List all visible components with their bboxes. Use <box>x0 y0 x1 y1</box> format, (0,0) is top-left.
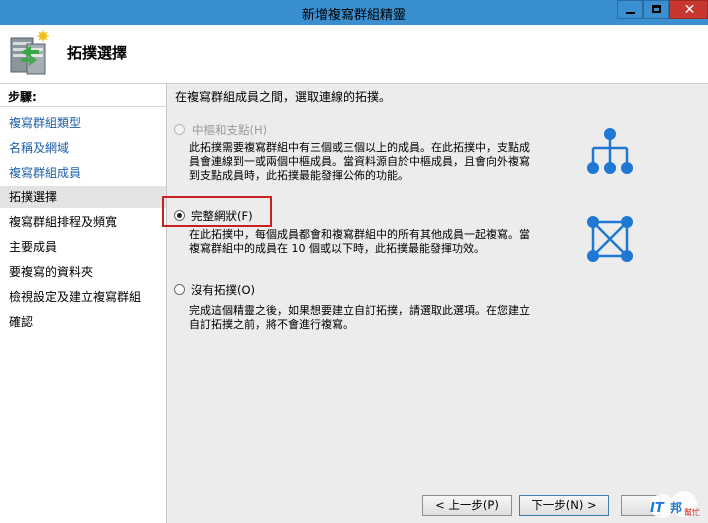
step-review-settings: 檢視設定及建立複寫群組 <box>9 290 142 304</box>
back-button[interactable]: < 上一步(P) <box>422 495 512 516</box>
steps-heading: 步驟: <box>8 90 37 104</box>
step-primary-member: 主要成員 <box>9 240 58 254</box>
wizard-server-icon <box>10 30 49 75</box>
selection-highlight-box <box>162 196 272 227</box>
svg-text:幫忙: 幫忙 <box>684 507 700 517</box>
main-content: 在複寫群組成員之間，選取連線的拓撲。 中樞和支點(H) 此拓撲需要複寫群組中有三… <box>167 84 708 523</box>
watermark-logo: IT 邦 幫忙 <box>650 491 700 518</box>
hub-spoke-description: 此拓撲需要複寫群組中有三個或三個以上的成員。在此拓撲中，支點成 員會連線到一或兩… <box>189 141 569 183</box>
step-name-and-domain[interactable]: 名稱及網域 <box>0 137 166 159</box>
title-bar: 新增複寫群組精靈 ✕ <box>0 0 708 25</box>
next-button[interactable]: 下一步(N) > <box>519 495 609 516</box>
no-topology-label: 沒有拓撲(O) <box>191 283 256 297</box>
close-icon: ✕ <box>683 2 696 18</box>
hub-spoke-label: 中樞和支點(H) <box>192 123 268 137</box>
step-confirmation: 確認 <box>9 315 34 329</box>
no-topology-description: 完成這個精靈之後，如果想要建立自訂拓撲，請選取此選項。在您建立 自訂拓撲之前，將… <box>189 304 569 332</box>
window-title: 新增複寫群組精靈 <box>301 8 406 23</box>
hub-spoke-radio[interactable] <box>174 124 185 135</box>
desc-line: 到支點成員時，此拓撲最能發揮公佈的功能。 <box>189 169 409 182</box>
step-group-members[interactable]: 複寫群組成員 <box>0 162 166 184</box>
wizard-window: 新增複寫群組精靈 ✕ 拓撲選擇 步驟: 複寫群組類型 名稱及網域 複寫群組成員 … <box>0 0 708 523</box>
minimize-icon <box>626 12 635 14</box>
divider <box>0 106 166 107</box>
desc-line: 複寫群組中的成員在 10 個或以下時，此拓撲最能發揮功效。 <box>189 242 485 255</box>
full-mesh-topology-icon <box>587 216 633 262</box>
no-topology-radio[interactable] <box>174 284 185 295</box>
maximize-icon <box>652 5 661 13</box>
wizard-header: 拓撲選擇 <box>0 25 708 84</box>
step-topology-selection[interactable]: 拓撲選擇 <box>0 186 166 208</box>
hub-spoke-topology-icon <box>587 128 633 174</box>
svg-text:邦: 邦 <box>670 500 682 515</box>
svg-text:IT: IT <box>650 501 665 516</box>
maximize-button[interactable] <box>643 0 669 19</box>
step-schedule-bandwidth: 複寫群組排程及頻寬 <box>9 215 118 229</box>
desc-line: 員會連線到一或兩個中樞成員。當資料源自於中樞成員，且會向外複寫 <box>189 155 530 168</box>
wizard-footer: < 上一步(P) 下一步(N) > <box>167 488 708 523</box>
page-title: 拓撲選擇 <box>67 44 128 62</box>
desc-line: 在此拓撲中，每個成員都會和複寫群組中的所有其他成員一起複寫。當 <box>189 228 530 241</box>
intro-text: 在複寫群組成員之間，選取連線的拓撲。 <box>175 90 392 104</box>
full-mesh-description: 在此拓撲中，每個成員都會和複寫群組中的所有其他成員一起複寫。當 複寫群組中的成員… <box>189 228 569 256</box>
step-folders-to-replicate: 要複寫的資料夾 <box>9 265 94 279</box>
desc-line: 完成這個精靈之後，如果想要建立自訂拓撲，請選取此選項。在您建立 <box>189 304 530 317</box>
desc-line: 自訂拓撲之前，將不會進行複寫。 <box>189 318 354 331</box>
steps-sidebar: 步驟: 複寫群組類型 名稱及網域 複寫群組成員 拓撲選擇 複寫群組排程及頻寬 主… <box>0 84 167 523</box>
minimize-button[interactable] <box>617 0 643 19</box>
step-replication-group-type[interactable]: 複寫群組類型 <box>0 112 166 134</box>
close-button[interactable]: ✕ <box>669 0 708 19</box>
desc-line: 此拓撲需要複寫群組中有三個或三個以上的成員。在此拓撲中，支點成 <box>189 141 530 154</box>
